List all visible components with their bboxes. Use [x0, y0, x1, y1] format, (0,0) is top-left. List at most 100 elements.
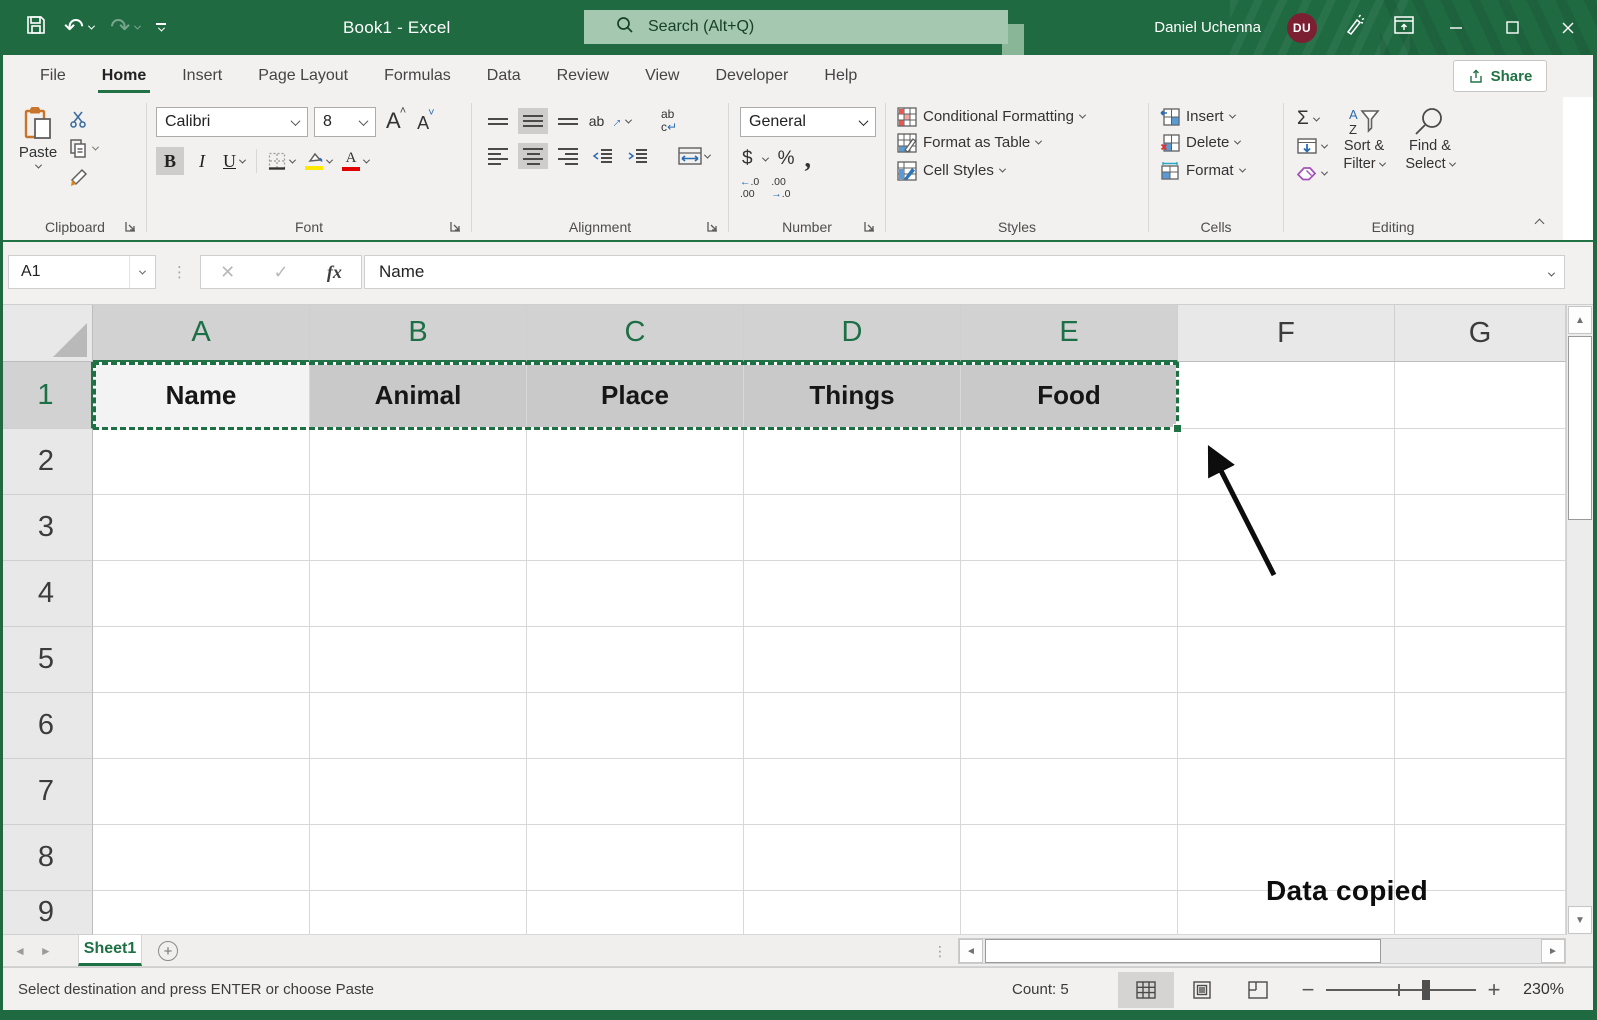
- decrease-decimal-button[interactable]: .00 →.0: [771, 176, 790, 200]
- cell-B3[interactable]: [310, 495, 527, 561]
- cell-D3[interactable]: [744, 495, 961, 561]
- cell-E5[interactable]: [961, 627, 1178, 693]
- tab-review[interactable]: Review: [539, 55, 627, 97]
- borders-dropdown-icon[interactable]: [288, 156, 297, 164]
- col-header-F[interactable]: F: [1178, 305, 1395, 362]
- cell-F2[interactable]: [1178, 429, 1395, 495]
- fill-dropdown-icon[interactable]: [1320, 141, 1329, 149]
- formula-bar-grip[interactable]: ⋮: [172, 255, 187, 289]
- cell-B9[interactable]: [310, 891, 527, 935]
- tab-developer[interactable]: Developer: [697, 55, 806, 97]
- cut-button[interactable]: [69, 109, 98, 129]
- cell-B7[interactable]: [310, 759, 527, 825]
- sheet-tab-sheet1[interactable]: Sheet1: [78, 935, 142, 966]
- cell-B2[interactable]: [310, 429, 527, 495]
- vertical-scrollbar[interactable]: ▲ ▼: [1566, 305, 1593, 935]
- coming-soon-icon[interactable]: [1343, 13, 1367, 42]
- merge-center-button[interactable]: [672, 143, 716, 169]
- underline-dropdown-icon[interactable]: [238, 156, 247, 164]
- paste-dropdown-icon[interactable]: [34, 161, 42, 169]
- cell-G3[interactable]: [1395, 495, 1566, 561]
- cell-G7[interactable]: [1395, 759, 1566, 825]
- undo-button[interactable]: ↶: [64, 15, 96, 40]
- cell-G1[interactable]: [1395, 362, 1566, 429]
- undo-dropdown-icon[interactable]: [88, 22, 96, 30]
- col-header-E[interactable]: E: [961, 305, 1178, 362]
- tab-formulas[interactable]: Formulas: [366, 55, 469, 97]
- user-name[interactable]: Daniel Uchenna: [1154, 19, 1261, 36]
- italic-button[interactable]: I: [188, 147, 216, 175]
- cell-A5[interactable]: [93, 627, 310, 693]
- accounting-dropdown-icon[interactable]: [761, 154, 769, 162]
- cell-G6[interactable]: [1395, 693, 1566, 759]
- font-name-select[interactable]: Calibri: [156, 107, 308, 137]
- cell-C2[interactable]: [527, 429, 744, 495]
- cell-B6[interactable]: [310, 693, 527, 759]
- row-header-6[interactable]: 6: [0, 693, 93, 759]
- font-dialog-launcher-icon[interactable]: [449, 220, 462, 233]
- accounting-format-button[interactable]: $: [742, 148, 753, 170]
- cell-B1[interactable]: Animal: [310, 362, 527, 429]
- cell-F4[interactable]: [1178, 561, 1395, 627]
- cell-B4[interactable]: [310, 561, 527, 627]
- cell-A9[interactable]: [93, 891, 310, 935]
- ribbon-display-options-icon[interactable]: [1393, 14, 1415, 41]
- col-header-B[interactable]: B: [310, 305, 527, 362]
- insert-cells-button[interactable]: Insert: [1152, 99, 1280, 127]
- insert-dropdown-icon[interactable]: [1228, 111, 1236, 119]
- bottom-align-button[interactable]: [553, 108, 583, 134]
- percent-style-button[interactable]: %: [778, 148, 795, 170]
- increase-decimal-button[interactable]: ←.0.00: [740, 176, 759, 200]
- close-button[interactable]: [1553, 0, 1583, 55]
- save-icon[interactable]: [24, 13, 48, 42]
- zoom-slider[interactable]: [1326, 979, 1476, 1000]
- horizontal-scroll-thumb[interactable]: [985, 939, 1381, 963]
- font-color-dropdown-icon[interactable]: [362, 156, 371, 164]
- decrease-font-size-icon[interactable]: A˅: [413, 107, 439, 134]
- clipboard-dialog-launcher-icon[interactable]: [124, 220, 137, 233]
- cell-D5[interactable]: [744, 627, 961, 693]
- cell-C9[interactable]: [527, 891, 744, 935]
- cell-D4[interactable]: [744, 561, 961, 627]
- fill-color-dropdown-icon[interactable]: [325, 156, 334, 164]
- number-dialog-launcher-icon[interactable]: [863, 220, 876, 233]
- cell-C4[interactable]: [527, 561, 744, 627]
- row-header-2[interactable]: 2: [0, 429, 93, 495]
- tab-help[interactable]: Help: [806, 55, 875, 97]
- find-select-dropdown-icon[interactable]: [1448, 159, 1456, 167]
- scroll-up-icon[interactable]: ▲: [1568, 306, 1592, 334]
- wrap-text-button[interactable]: ab c↵: [651, 108, 687, 134]
- cell-E3[interactable]: [961, 495, 1178, 561]
- col-header-D[interactable]: D: [744, 305, 961, 362]
- cell-D2[interactable]: [744, 429, 961, 495]
- orientation-dropdown-icon[interactable]: [625, 116, 633, 124]
- format-as-table-dropdown-icon[interactable]: [1035, 137, 1043, 145]
- clear-dropdown-icon[interactable]: [1320, 168, 1329, 176]
- user-avatar[interactable]: DU: [1287, 12, 1317, 43]
- maximize-button[interactable]: [1497, 0, 1527, 55]
- page-layout-view-button[interactable]: [1174, 972, 1230, 1008]
- row-header-1[interactable]: 1: [0, 362, 93, 429]
- cell-E7[interactable]: [961, 759, 1178, 825]
- orientation-button[interactable]: ab →: [588, 108, 633, 134]
- scroll-down-icon[interactable]: ▼: [1568, 906, 1592, 934]
- cell-D1[interactable]: Things: [744, 362, 961, 429]
- number-format-select[interactable]: General: [740, 107, 876, 137]
- format-dropdown-icon[interactable]: [1238, 165, 1246, 173]
- font-size-select[interactable]: 8: [314, 107, 376, 137]
- zoom-out-icon[interactable]: −: [1300, 977, 1316, 1003]
- cell-E9[interactable]: [961, 891, 1178, 935]
- cell-A7[interactable]: [93, 759, 310, 825]
- zoom-in-icon[interactable]: +: [1486, 977, 1502, 1003]
- increase-indent-button[interactable]: [623, 143, 653, 169]
- font-color-button[interactable]: A: [339, 147, 372, 175]
- underline-button[interactable]: U: [220, 147, 248, 175]
- select-all-corner[interactable]: [0, 305, 93, 362]
- middle-align-button[interactable]: [518, 108, 548, 134]
- col-header-C[interactable]: C: [527, 305, 744, 362]
- scroll-left-icon[interactable]: ◄: [959, 939, 983, 963]
- normal-view-button[interactable]: [1118, 971, 1174, 1008]
- format-as-table-button[interactable]: Format as Table: [889, 127, 1145, 155]
- collapse-ribbon-icon[interactable]: [1534, 214, 1545, 232]
- format-cells-button[interactable]: Format: [1152, 155, 1280, 183]
